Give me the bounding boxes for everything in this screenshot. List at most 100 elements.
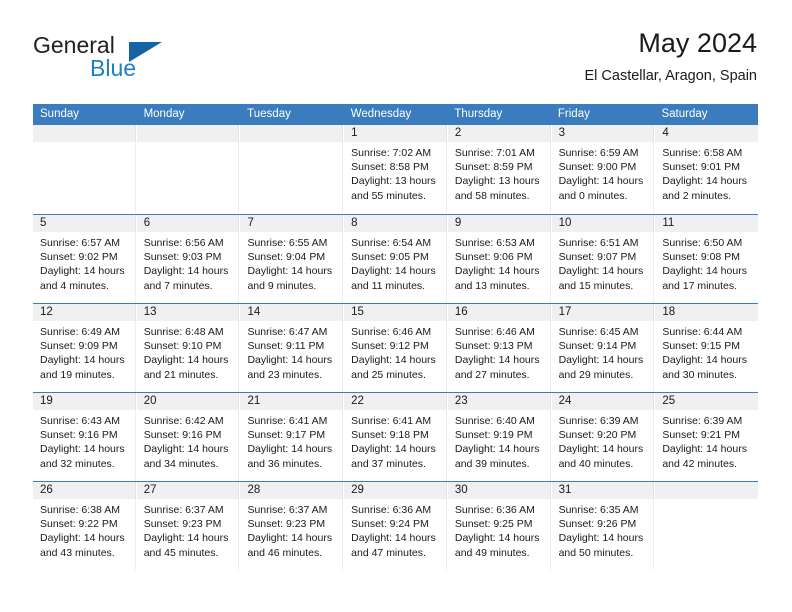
day-cell[interactable]: 5 Sunrise: 6:57 AM Sunset: 9:02 PM Daylight… (33, 215, 137, 303)
daylight-text-line2: and 45 minutes. (143, 546, 219, 559)
daylight-text-line2: and 32 minutes. (40, 457, 115, 470)
day-number-band (33, 125, 136, 142)
day-cell[interactable]: 14 Sunrise: 6:47 AM Sunset: 9:11 PM Dayligh… (240, 304, 345, 392)
day-cell-body: Sunrise: 6:56 AM Sunset: 9:03 PM Daylight:… (137, 232, 240, 303)
sunrise-text: Sunrise: 6:41 AM (351, 415, 432, 427)
day-number-band: 4 (655, 125, 759, 142)
day-cell[interactable]: 10 Sunrise: 6:51 AM Sunset: 9:07 PM Dayligh… (551, 215, 656, 303)
day-cell[interactable]: 17 Sunrise: 6:45 AM Sunset: 9:14 PM Dayligh… (551, 304, 656, 392)
daylight-text-line1: Daylight: 14 hours (143, 354, 229, 367)
day-cell[interactable]: 9 Sunrise: 6:53 AM Sunset: 9:06 PM Daylight… (447, 215, 552, 303)
day-cell-body: Sunrise: 6:49 AM Sunset: 9:09 PM Daylight:… (33, 321, 136, 392)
daylight-text-line1: Daylight: 14 hours (40, 443, 125, 456)
day-cell[interactable]: 13 Sunrise: 6:48 AM Sunset: 9:10 PM Dayligh… (136, 304, 241, 392)
daylight-text-line2: and 7 minutes. (143, 279, 213, 292)
day-number: 29 (351, 484, 364, 496)
sunset-text: Sunset: 9:05 PM (351, 251, 429, 264)
sunrise-text: Sunrise: 6:41 AM (247, 415, 328, 427)
sunset-text: Sunset: 9:08 PM (662, 251, 740, 264)
day-cell-body: Sunrise: 6:58 AM Sunset: 9:01 PM Daylight:… (655, 142, 758, 213)
day-cell[interactable]: 1 Sunrise: 7:02 AM Sunset: 8:58 PM Daylight… (344, 125, 448, 214)
day-number-band: 1 (344, 125, 447, 142)
sunrise-text: Sunrise: 6:39 AM (662, 415, 743, 427)
daylight-text-line1: Daylight: 14 hours (247, 265, 333, 278)
day-number: 12 (40, 306, 53, 318)
daylight-text-line1: Daylight: 14 hours (143, 265, 229, 278)
day-number-band: 31 (551, 482, 655, 499)
day-cell[interactable]: 25 Sunrise: 6:39 AM Sunset: 9:21 PM Dayligh… (655, 393, 759, 481)
daylight-text-line2: and 46 minutes. (247, 546, 323, 559)
day-cell[interactable]: 29 Sunrise: 6:36 AM Sunset: 9:24 PM Dayligh… (344, 482, 448, 570)
day-number-band: 30 (447, 482, 551, 499)
daylight-text-line1: Daylight: 14 hours (351, 532, 436, 545)
weekday-header-monday: Monday (143, 108, 185, 120)
day-cell[interactable]: 16 Sunrise: 6:46 AM Sunset: 9:13 PM Dayligh… (447, 304, 552, 392)
day-number-band: 5 (33, 215, 136, 232)
day-cell[interactable]: 24 Sunrise: 6:39 AM Sunset: 9:20 PM Dayligh… (551, 393, 656, 481)
day-cell[interactable]: 31 Sunrise: 6:35 AM Sunset: 9:26 PM Dayligh… (551, 482, 656, 570)
day-cell[interactable]: 20 Sunrise: 6:42 AM Sunset: 9:16 PM Dayligh… (136, 393, 241, 481)
day-number: 9 (454, 217, 462, 229)
day-cell[interactable]: 30 Sunrise: 6:36 AM Sunset: 9:25 PM Dayligh… (447, 482, 552, 570)
daylight-text-line1: Daylight: 14 hours (143, 443, 229, 456)
sunset-text: Sunset: 9:15 PM (662, 340, 740, 353)
sunset-text: Sunset: 9:00 PM (558, 161, 637, 174)
day-number: 10 (558, 217, 572, 229)
day-cell[interactable]: 15 Sunrise: 6:46 AM Sunset: 9:12 PM Dayligh… (344, 304, 448, 392)
sunset-text: Sunset: 9:09 PM (40, 340, 118, 353)
day-number-band: 11 (655, 215, 759, 232)
general-blue-logo[interactable]: General Blue (33, 32, 253, 88)
day-number: 19 (40, 395, 53, 407)
day-cell-body: Sunrise: 6:37 AM Sunset: 9:23 PM Daylight:… (137, 499, 240, 570)
weeks-container: 1 Sunrise: 7:02 AM Sunset: 8:58 PM Daylight… (33, 125, 759, 570)
day-cell-body: Sunrise: 6:48 AM Sunset: 9:10 PM Daylight:… (137, 321, 240, 392)
daylight-text-line2: and 55 minutes. (351, 189, 426, 202)
daylight-text-line1: Daylight: 14 hours (143, 532, 229, 545)
sunset-text: Sunset: 9:06 PM (454, 251, 533, 264)
weekday-header-sunday: Sunday (40, 108, 80, 120)
day-cell[interactable]: 21 Sunrise: 6:41 AM Sunset: 9:17 PM Dayligh… (240, 393, 345, 481)
day-number: 20 (143, 395, 157, 407)
day-cell-body: Sunrise: 6:55 AM Sunset: 9:04 PM Daylight:… (240, 232, 344, 303)
day-cell-body: Sunrise: 6:50 AM Sunset: 9:08 PM Daylight:… (655, 232, 758, 303)
day-cell[interactable]: 26 Sunrise: 6:38 AM Sunset: 9:22 PM Dayligh… (33, 482, 137, 570)
day-number: 26 (40, 484, 53, 496)
sunrise-text: Sunrise: 6:56 AM (143, 237, 224, 249)
daylight-text-line1: Daylight: 14 hours (247, 532, 333, 545)
weekday-header-row: Sunday Monday Tuesday Wednesday Thursday… (33, 104, 758, 125)
weekday-header-saturday: Saturday (661, 108, 708, 120)
day-cell[interactable]: 27 Sunrise: 6:37 AM Sunset: 9:23 PM Dayligh… (136, 482, 241, 570)
day-cell[interactable]: 12 Sunrise: 6:49 AM Sunset: 9:09 PM Dayligh… (33, 304, 137, 392)
daylight-text-line2: and 17 minutes. (662, 279, 738, 292)
day-cell[interactable]: 28 Sunrise: 6:37 AM Sunset: 9:23 PM Dayligh… (240, 482, 345, 570)
day-cell[interactable]: 23 Sunrise: 6:40 AM Sunset: 9:19 PM Dayligh… (447, 393, 552, 481)
day-cell[interactable]: 3 Sunrise: 6:59 AM Sunset: 9:00 PM Daylight… (551, 125, 656, 214)
day-cell[interactable]: 19 Sunrise: 6:43 AM Sunset: 9:16 PM Dayligh… (33, 393, 137, 481)
sunrise-text: Sunrise: 6:50 AM (662, 237, 743, 249)
day-number: 30 (454, 484, 468, 496)
day-number: 3 (558, 127, 565, 139)
day-cell[interactable]: 7 Sunrise: 6:55 AM Sunset: 9:04 PM Daylight… (240, 215, 345, 303)
day-cell[interactable]: 4 Sunrise: 6:58 AM Sunset: 9:01 PM Daylight… (655, 125, 759, 214)
day-cell[interactable]: 22 Sunrise: 6:41 AM Sunset: 9:18 PM Dayligh… (344, 393, 448, 481)
day-cell[interactable]: 18 Sunrise: 6:44 AM Sunset: 9:15 PM Dayligh… (655, 304, 759, 392)
day-number-band: 15 (344, 304, 447, 321)
logo-text-blue: Blue (90, 55, 137, 81)
daylight-text-line2: and 49 minutes. (454, 546, 530, 559)
day-number-band: 22 (344, 393, 447, 410)
day-cell[interactable]: 8 Sunrise: 6:54 AM Sunset: 9:05 PM Daylight… (344, 215, 448, 303)
day-number-band: 7 (240, 215, 344, 232)
day-cell[interactable]: 2 Sunrise: 7:01 AM Sunset: 8:59 PM Daylight… (447, 125, 552, 214)
day-number-band (655, 482, 759, 499)
daylight-text-line2: and 11 minutes. (351, 279, 426, 292)
sunrise-text: Sunrise: 6:36 AM (351, 504, 432, 516)
day-cell[interactable]: 11 Sunrise: 6:50 AM Sunset: 9:08 PM Dayligh… (655, 215, 759, 303)
day-cell-body: Sunrise: 7:01 AM Sunset: 8:59 PM Daylight:… (448, 142, 551, 213)
daylight-text-line1: Daylight: 14 hours (558, 354, 644, 367)
sunrise-text: Sunrise: 7:02 AM (351, 147, 432, 159)
daylight-text-line2: and 19 minutes. (40, 368, 115, 381)
day-cell-body: Sunrise: 6:45 AM Sunset: 9:14 PM Daylight:… (552, 321, 655, 392)
day-cell[interactable]: 6 Sunrise: 6:56 AM Sunset: 9:03 PM Daylight… (136, 215, 241, 303)
daylight-text-line1: Daylight: 14 hours (558, 532, 644, 545)
sunset-text: Sunset: 9:03 PM (143, 251, 222, 264)
